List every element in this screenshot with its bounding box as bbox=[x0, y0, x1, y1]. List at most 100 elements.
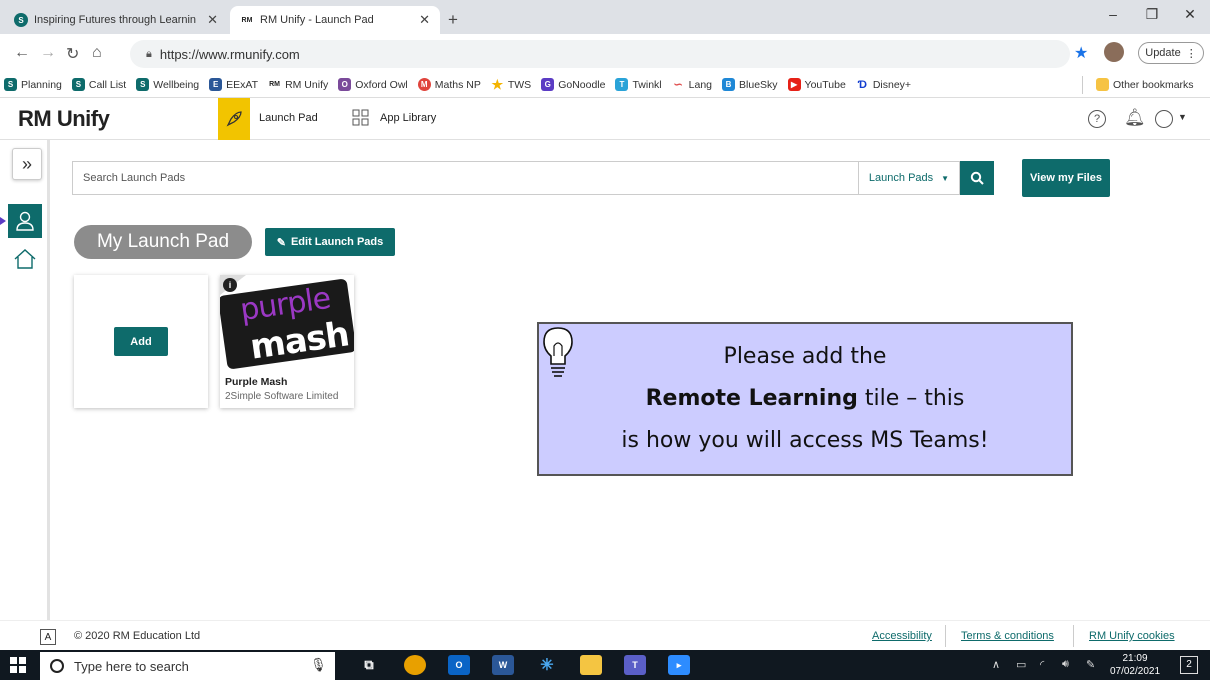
tab-title: Inspiring Futures through Learnin bbox=[34, 14, 197, 26]
accessibility-toggle-icon[interactable]: A bbox=[40, 629, 56, 645]
tab-title: RM Unify - Launch Pad bbox=[260, 14, 374, 26]
taskbar-search[interactable]: Type here to search bbox=[40, 652, 335, 680]
info-icon[interactable]: i bbox=[223, 278, 237, 292]
close-tab-icon[interactable]: ✕ bbox=[207, 12, 218, 28]
chevron-up-icon[interactable]: ∧ bbox=[992, 658, 1000, 671]
other-bookmarks[interactable]: Other bookmarks bbox=[1096, 78, 1194, 91]
bookmark-label: YouTube bbox=[804, 78, 846, 91]
reload-icon[interactable]: ↻ bbox=[66, 44, 79, 64]
copyright-text: © 2020 RM Education Ltd bbox=[74, 630, 201, 642]
chevron-down-icon[interactable]: ▼ bbox=[1178, 112, 1187, 122]
bookmark-item[interactable]: Ɗ Disney+ bbox=[856, 78, 911, 91]
tab-inspiring-futures[interactable]: S Inspiring Futures through Learnin ✕ bbox=[4, 6, 228, 34]
user-icon[interactable] bbox=[8, 204, 42, 238]
callout-line-2: Remote Learning tile – this bbox=[539, 386, 1071, 411]
bookmark-item[interactable]: S Planning bbox=[4, 78, 62, 91]
profile-avatar[interactable] bbox=[1104, 42, 1124, 62]
minimize-button[interactable]: – bbox=[1098, 6, 1128, 28]
windows-start-icon[interactable] bbox=[10, 657, 26, 676]
bookmarks-bar: S Planning S Call List S Wellbeing E EExAT R… bbox=[0, 72, 1210, 98]
back-arrow-icon[interactable]: ← bbox=[14, 44, 30, 62]
nav-launch-pad[interactable]: Launch Pad bbox=[259, 112, 318, 124]
word-icon[interactable]: W bbox=[492, 655, 514, 675]
star-icon: ★ bbox=[491, 76, 504, 92]
pen-icon[interactable]: ✎ bbox=[1086, 658, 1095, 671]
new-tab-button[interactable]: + bbox=[448, 10, 458, 30]
bookmark-label: Wellbeing bbox=[153, 78, 200, 91]
rm-icon: RM bbox=[268, 78, 282, 91]
user-menu-icon[interactable] bbox=[1155, 110, 1173, 128]
add-tile: Add bbox=[74, 275, 208, 408]
close-tab-icon[interactable]: ✕ bbox=[419, 12, 430, 28]
notification-icon[interactable]: 2 bbox=[1180, 656, 1198, 674]
purple-mash-logo: purple mash bbox=[220, 275, 354, 371]
bookmark-item[interactable]: T Twinkl bbox=[615, 78, 662, 91]
bookmark-item[interactable]: B BlueSky bbox=[722, 78, 778, 91]
page-footer: A © 2020 RM Education Ltd Accessibility … bbox=[0, 620, 1210, 650]
outlook-icon[interactable]: O bbox=[448, 655, 470, 675]
edit-launch-pads-button[interactable]: ✎ Edit Launch Pads bbox=[265, 228, 395, 256]
bookmark-label: TWS bbox=[507, 78, 532, 91]
home-icon[interactable] bbox=[10, 244, 40, 274]
bookmark-item[interactable]: O Oxford Owl bbox=[338, 78, 408, 91]
snowflake-icon[interactable]: ✳ bbox=[536, 655, 558, 675]
purple-mash-tile[interactable]: purple mash i Purple Mash 2Simple Softwa… bbox=[220, 275, 354, 408]
battery-icon[interactable]: ▭ bbox=[1016, 658, 1026, 671]
maximize-button[interactable]: ❐ bbox=[1137, 6, 1167, 28]
zoom-icon[interactable]: ▸ bbox=[668, 655, 690, 675]
taskbar-clock[interactable]: 21:09 07/02/2021 bbox=[1100, 652, 1170, 678]
bookmark-label: BlueSky bbox=[739, 78, 778, 91]
address-bar-row: ← → ↻ ⌂ 🔒︎ https://www.rmunify.com ★ Upd… bbox=[0, 34, 1210, 72]
browser-tab-strip: S Inspiring Futures through Learnin ✕ RM… bbox=[0, 0, 1210, 34]
home-icon[interactable]: ⌂ bbox=[92, 44, 102, 62]
bookmark-divider bbox=[1082, 76, 1083, 94]
tile-vendor: 2Simple Software Limited bbox=[225, 391, 339, 402]
s-icon: S bbox=[71, 78, 85, 91]
bookmark-item[interactable]: E EExAT bbox=[209, 78, 258, 91]
bluesky-icon: B bbox=[722, 78, 736, 91]
help-icon[interactable]: ? bbox=[1088, 110, 1106, 128]
bookmark-item[interactable]: ▶ YouTube bbox=[787, 78, 846, 91]
add-button[interactable]: Add bbox=[114, 327, 168, 356]
expand-sidebar-icon[interactable]: » bbox=[12, 148, 42, 180]
task-view-icon[interactable]: ⧉ bbox=[358, 655, 380, 675]
grid-icon[interactable] bbox=[352, 109, 370, 130]
forward-arrow-icon[interactable]: → bbox=[40, 44, 56, 62]
terms-link[interactable]: Terms & conditions bbox=[961, 630, 1054, 642]
caret-down-icon: ▼ bbox=[941, 173, 950, 183]
bookmark-item[interactable]: RM RM Unify bbox=[268, 78, 328, 91]
file-explorer-icon[interactable] bbox=[580, 655, 602, 675]
app-header: RM Unify Launch Pad App Library ? 🔔︎ ▼ bbox=[0, 98, 1210, 140]
bookmark-star-icon[interactable]: ★ bbox=[1074, 43, 1088, 63]
search-input[interactable]: Search Launch Pads bbox=[72, 161, 860, 195]
bookmark-item[interactable]: ★ TWS bbox=[491, 76, 532, 92]
accessibility-link[interactable]: Accessibility bbox=[872, 630, 932, 642]
volume-icon[interactable]: 🔊︎ bbox=[1062, 658, 1069, 671]
nav-app-library[interactable]: App Library bbox=[380, 112, 436, 124]
update-button[interactable]: Update ⋮ bbox=[1138, 42, 1204, 64]
tab-rm-unify[interactable]: RM RM Unify - Launch Pad ✕ bbox=[230, 6, 440, 34]
bookmark-item[interactable]: ∽ Lang bbox=[672, 78, 712, 92]
rocket-icon[interactable] bbox=[218, 98, 250, 140]
bookmark-item[interactable]: G GoNoodle bbox=[541, 78, 605, 91]
chrome-icon[interactable] bbox=[404, 655, 426, 675]
bookmark-item[interactable]: M Maths NP bbox=[417, 78, 481, 91]
bookmark-item[interactable]: S Wellbeing bbox=[136, 78, 199, 91]
callout-line-1: Please add the bbox=[723, 344, 887, 369]
teams-icon[interactable]: T bbox=[624, 655, 646, 675]
bookmark-label: Disney+ bbox=[872, 78, 912, 91]
view-my-files-button[interactable]: View my Files bbox=[1022, 159, 1110, 197]
microphone-icon[interactable]: 🎙︎ bbox=[310, 657, 327, 673]
search-scope-dropdown[interactable]: Launch Pads ▼ bbox=[858, 161, 960, 195]
bell-icon[interactable]: 🔔︎ bbox=[1124, 108, 1146, 128]
rm-unify-logo[interactable]: RM Unify bbox=[18, 106, 110, 132]
clock-time: 21:09 bbox=[1122, 653, 1148, 664]
wifi-icon[interactable]: ◜ bbox=[1040, 658, 1044, 671]
search-button[interactable] bbox=[960, 161, 994, 195]
lang-icon: ∽ bbox=[673, 79, 683, 91]
bookmark-item[interactable]: S Call List bbox=[71, 78, 126, 91]
cookies-link[interactable]: RM Unify cookies bbox=[1089, 630, 1175, 642]
callout-line-3: is how you will access MS Teams! bbox=[621, 428, 989, 453]
url-field[interactable]: 🔒︎ https://www.rmunify.com bbox=[130, 40, 1070, 68]
close-window-button[interactable]: ✕ bbox=[1175, 6, 1205, 28]
